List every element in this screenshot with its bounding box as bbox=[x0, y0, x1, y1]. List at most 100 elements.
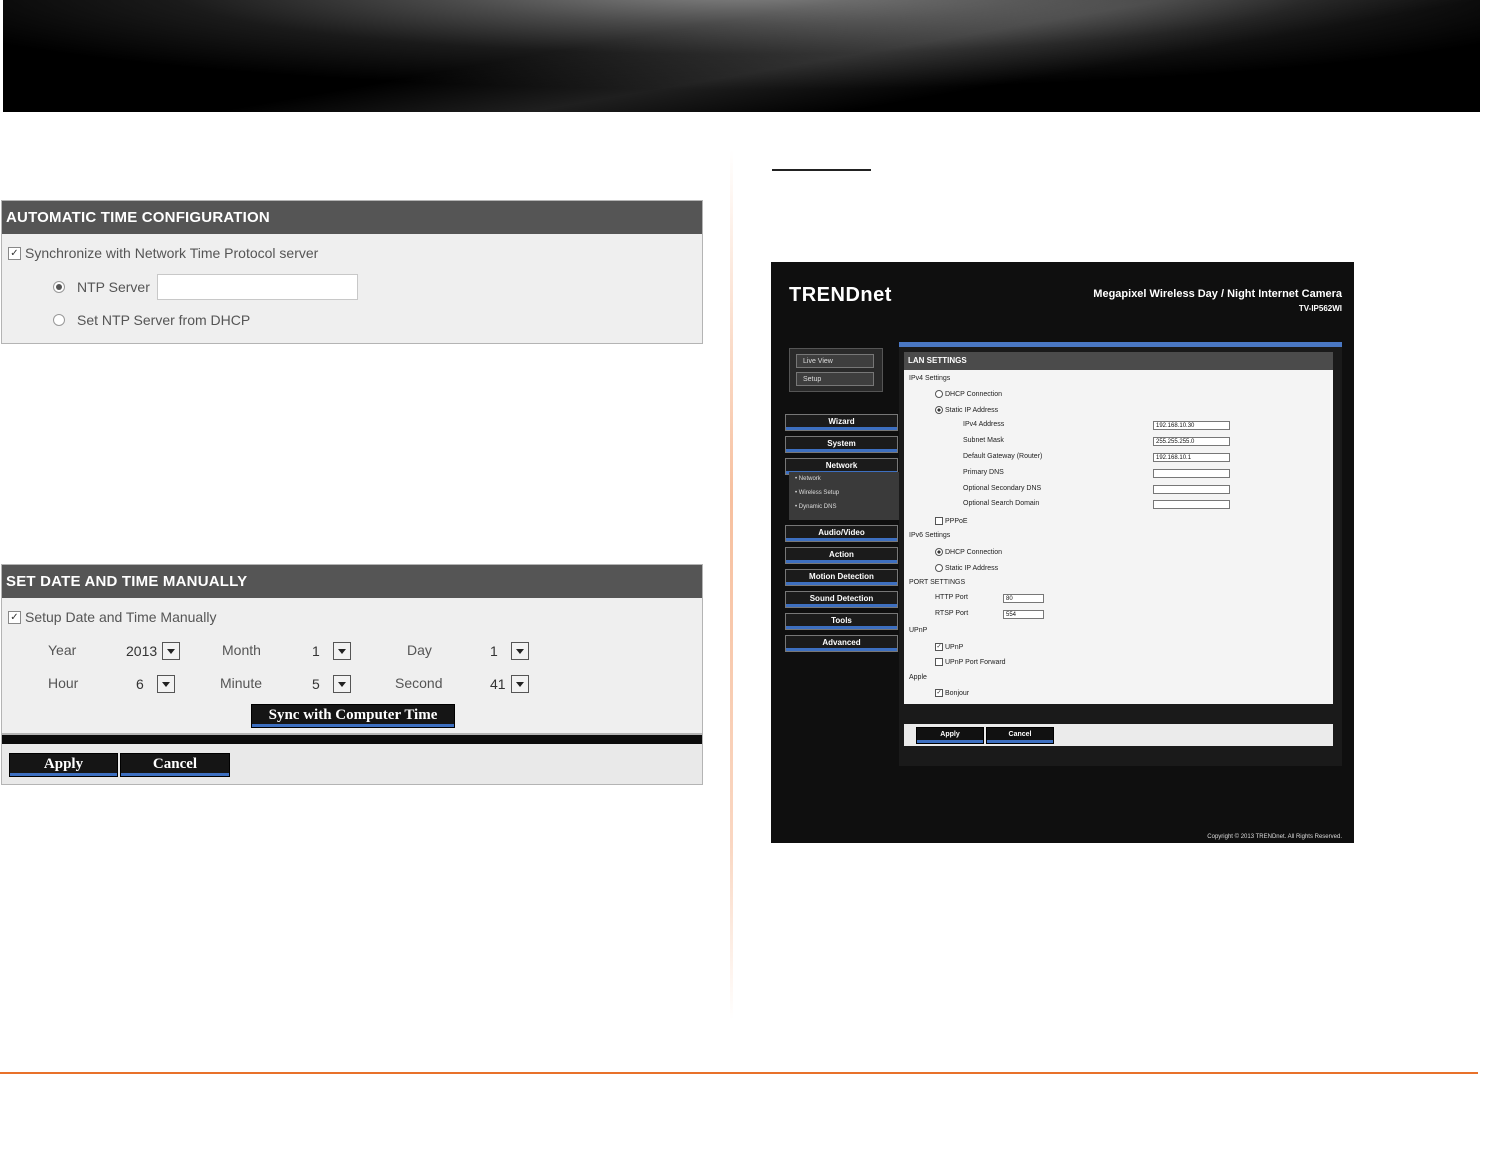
ipv4-static-option[interactable]: Static IP Address bbox=[935, 406, 998, 414]
upnp-heading: UPnP bbox=[909, 627, 928, 634]
radio-icon bbox=[935, 564, 943, 572]
year-select[interactable]: 2013 bbox=[124, 641, 181, 661]
nav-system[interactable]: System bbox=[785, 436, 898, 453]
auto-time-panel: AUTOMATIC TIME CONFIGURATION ✓ Synchroni… bbox=[1, 200, 703, 344]
subnav-network[interactable]: • Network bbox=[789, 472, 899, 486]
day-select[interactable]: 1 bbox=[488, 641, 529, 661]
ipv6-static-label: Static IP Address bbox=[945, 564, 999, 572]
rtsp-port-input[interactable]: 554 bbox=[1003, 610, 1044, 619]
chevron-down-icon bbox=[162, 642, 181, 660]
subnav-dynamic-dns[interactable]: • Dynamic DNS bbox=[789, 500, 899, 514]
subnet-mask-label: Subnet Mask bbox=[963, 437, 1004, 444]
ipv6-dhcp-option[interactable]: DHCP Connection bbox=[935, 548, 1002, 556]
product-name: Megapixel Wireless Day / Night Internet … bbox=[1093, 288, 1342, 300]
ntp-server-row: NTP Server bbox=[53, 279, 150, 295]
second-select[interactable]: 41 bbox=[488, 674, 529, 694]
bonjour-option[interactable]: ✓ Bonjour bbox=[935, 689, 969, 697]
ntp-server-radio[interactable] bbox=[53, 281, 65, 293]
ipv6-settings-heading: IPv6 Settings bbox=[909, 532, 951, 539]
copyright-text: Copyright © 2013 TRENDnet. All Rights Re… bbox=[1207, 834, 1342, 840]
lan-actions-bar: Apply Cancel bbox=[904, 724, 1333, 746]
upnp-forward-label: UPnP Port Forward bbox=[945, 658, 1006, 666]
primary-dns-input[interactable] bbox=[1153, 469, 1230, 478]
search-domain-input[interactable] bbox=[1153, 500, 1230, 509]
http-port-input[interactable]: 80 bbox=[1003, 594, 1044, 603]
chevron-down-icon bbox=[157, 675, 175, 693]
gateway-input[interactable]: 192.168.10.1 bbox=[1153, 453, 1230, 462]
nav-tools[interactable]: Tools bbox=[785, 613, 898, 630]
ipv4-static-label: Static IP Address bbox=[945, 406, 999, 414]
chevron-down-icon bbox=[511, 642, 529, 660]
setup-manual-checkbox[interactable]: ✓ bbox=[8, 610, 21, 624]
dhcp-ntp-label: Set NTP Server from DHCP bbox=[77, 312, 251, 328]
camera-screenshot: TRENDnet Megapixel Wireless Day / Night … bbox=[771, 262, 1354, 843]
column-divider bbox=[730, 150, 733, 1020]
second-label: Second bbox=[395, 675, 443, 691]
pppoe-option[interactable]: PPPoE bbox=[935, 517, 968, 525]
subnav-wireless-setup[interactable]: • Wireless Setup bbox=[789, 486, 899, 500]
section-heading-underline bbox=[772, 169, 871, 171]
secondary-dns-input[interactable] bbox=[1153, 485, 1230, 494]
second-value: 41 bbox=[490, 676, 506, 692]
ipv4-settings-heading: IPv4 Settings bbox=[909, 375, 951, 382]
nav-wizard[interactable]: Wizard bbox=[785, 414, 898, 431]
setup-button[interactable]: Setup bbox=[796, 372, 874, 386]
subnet-mask-input[interactable]: 255.255.255.0 bbox=[1153, 437, 1230, 446]
sync-ntp-row: ✓ Synchronize with Network Time Protocol… bbox=[8, 245, 318, 261]
manual-time-panel: SET DATE AND TIME MANUALLY ✓ Setup Date … bbox=[1, 564, 703, 734]
manual-time-title: SET DATE AND TIME MANUALLY bbox=[2, 565, 702, 598]
nav-action[interactable]: Action bbox=[785, 547, 898, 564]
action-bar: Apply Cancel bbox=[1, 734, 703, 785]
chevron-down-icon bbox=[511, 675, 529, 693]
dhcp-ntp-radio[interactable] bbox=[53, 314, 65, 326]
ipv4-dhcp-label: DHCP Connection bbox=[945, 390, 1003, 398]
radio-icon bbox=[935, 390, 943, 398]
chevron-down-icon bbox=[333, 642, 351, 660]
hour-value: 6 bbox=[136, 676, 144, 692]
header-banner bbox=[3, 0, 1480, 112]
lan-cancel-button[interactable]: Cancel bbox=[986, 727, 1054, 744]
minute-select[interactable]: 5 bbox=[310, 674, 351, 694]
upnp-option[interactable]: ✓ UPnP bbox=[935, 643, 963, 651]
ipv6-static-option[interactable]: Static IP Address bbox=[935, 564, 998, 572]
lan-settings-title: LAN SETTINGS bbox=[904, 352, 1333, 370]
search-domain-label: Optional Search Domain bbox=[963, 500, 1040, 507]
auto-time-title: AUTOMATIC TIME CONFIGURATION bbox=[2, 201, 702, 234]
ipv4-address-input[interactable]: 192.168.10.30 bbox=[1153, 421, 1230, 430]
content-accent-bar bbox=[899, 342, 1342, 347]
sync-ntp-checkbox[interactable]: ✓ bbox=[8, 246, 21, 260]
lan-settings-content: LAN SETTINGS IPv4 Settings DHCP Connecti… bbox=[899, 342, 1342, 766]
primary-dns-label: Primary DNS bbox=[963, 469, 1004, 476]
ipv6-dhcp-label: DHCP Connection bbox=[945, 548, 1003, 556]
nav-motion-detection[interactable]: Motion Detection bbox=[785, 569, 898, 586]
apply-button[interactable]: Apply bbox=[9, 753, 118, 777]
live-view-button[interactable]: Live View bbox=[796, 354, 874, 368]
dhcp-ntp-row: Set NTP Server from DHCP bbox=[53, 312, 250, 328]
ipv4-dhcp-option[interactable]: DHCP Connection bbox=[935, 390, 1002, 398]
setup-manual-row: ✓ Setup Date and Time Manually bbox=[8, 609, 216, 625]
month-value: 1 bbox=[312, 643, 320, 659]
upnp-forward-option[interactable]: UPnP Port Forward bbox=[935, 658, 1006, 666]
nav-advanced[interactable]: Advanced bbox=[785, 635, 898, 652]
month-label: Month bbox=[222, 642, 261, 658]
sync-computer-time-button[interactable]: Sync with Computer Time bbox=[251, 704, 455, 728]
ntp-server-label: NTP Server bbox=[77, 279, 150, 295]
setup-manual-label: Setup Date and Time Manually bbox=[25, 609, 217, 625]
bonjour-label: Bonjour bbox=[945, 689, 970, 697]
lan-apply-button[interactable]: Apply bbox=[916, 727, 984, 744]
checkbox-icon: ✓ bbox=[935, 643, 943, 651]
hour-label: Hour bbox=[48, 675, 79, 691]
ntp-server-input[interactable] bbox=[157, 274, 358, 300]
footer-line bbox=[0, 1072, 1478, 1074]
rtsp-port-label: RTSP Port bbox=[935, 610, 969, 617]
hour-select[interactable]: 6 bbox=[134, 674, 175, 694]
nav-sound-detection[interactable]: Sound Detection bbox=[785, 591, 898, 608]
nav-audio-video[interactable]: Audio/Video bbox=[785, 525, 898, 542]
network-subnav: • Network • Wireless Setup • Dynamic DNS bbox=[789, 472, 899, 520]
cancel-button[interactable]: Cancel bbox=[120, 753, 230, 777]
month-select[interactable]: 1 bbox=[310, 641, 351, 661]
action-bar-band bbox=[2, 735, 702, 744]
chevron-down-icon bbox=[333, 675, 351, 693]
upnp-label: UPnP bbox=[945, 643, 964, 651]
radio-icon bbox=[935, 406, 943, 414]
